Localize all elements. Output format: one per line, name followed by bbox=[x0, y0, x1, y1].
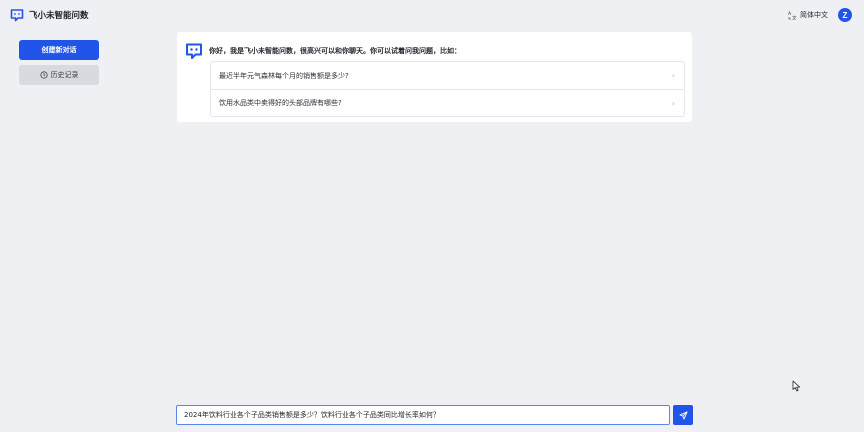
language-label: 简体中文 bbox=[800, 11, 828, 19]
app-title: 飞小未智能问数 bbox=[29, 11, 89, 21]
history-label: 历史记录 bbox=[50, 71, 79, 79]
translate-icon: A 文 bbox=[788, 11, 797, 20]
history-clock-icon bbox=[39, 71, 48, 79]
suggestion-text: 最近半年元气森林每个月的销售额是多少? bbox=[219, 71, 349, 80]
welcome-card: 你好，我是飞小未智能问数，很高兴可以和你聊天。你可以试着问我问题，比如： 最近半… bbox=[177, 32, 692, 122]
welcome-header: 你好，我是飞小未智能问数，很高兴可以和你聊天。你可以试着问我问题，比如： bbox=[185, 42, 461, 60]
chevron-right-icon: › bbox=[671, 71, 675, 80]
new-chat-label: 创建新对话 bbox=[41, 46, 77, 54]
user-avatar[interactable]: Z bbox=[838, 8, 852, 22]
language-switcher[interactable]: A 文 简体中文 bbox=[788, 10, 828, 20]
mouse-pointer-icon bbox=[792, 380, 800, 392]
suggestion-item[interactable]: 最近半年元气森林每个月的销售额是多少? › bbox=[211, 62, 684, 89]
chat-bot-avatar-icon bbox=[186, 43, 202, 59]
brand: 飞小未智能问数 bbox=[10, 8, 89, 22]
new-chat-button[interactable]: 创建新对话 bbox=[19, 40, 99, 60]
svg-text:文: 文 bbox=[792, 14, 797, 20]
top-right-controls: A 文 简体中文 Z bbox=[788, 8, 852, 22]
question-composer bbox=[176, 405, 670, 425]
suggestion-item[interactable]: 饮用水品类中卖得好的头部品牌有哪些? › bbox=[211, 89, 684, 116]
suggestion-text: 饮用水品类中卖得好的头部品牌有哪些? bbox=[219, 99, 342, 107]
history-button[interactable]: 历史记录 bbox=[19, 65, 99, 85]
chat-bot-logo-icon bbox=[10, 9, 24, 22]
suggestion-list: 最近半年元气森林每个月的销售额是多少? › 饮用水品类中卖得好的头部品牌有哪些?… bbox=[210, 61, 685, 117]
question-input[interactable] bbox=[184, 411, 662, 419]
send-icon bbox=[678, 410, 688, 420]
send-button[interactable] bbox=[673, 405, 693, 425]
top-bar: 飞小未智能问数 A 文 简体中文 Z bbox=[0, 0, 864, 30]
chevron-right-icon: › bbox=[671, 98, 675, 108]
welcome-greeting: 你好，我是飞小未智能问数，很高兴可以和你聊天。你可以试着问我问题，比如： bbox=[209, 47, 461, 55]
